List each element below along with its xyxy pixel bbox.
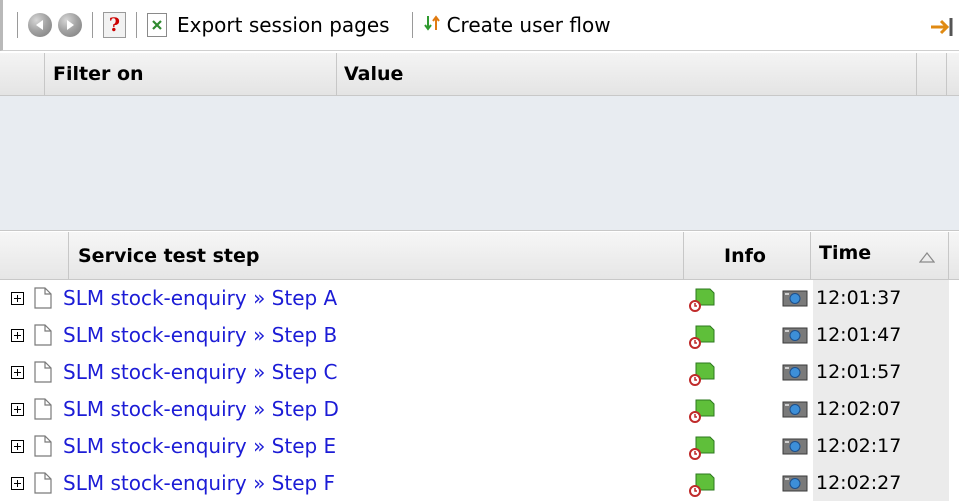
toolbar-separator [136, 12, 137, 38]
filter-table-header: Filter on Value [0, 52, 959, 96]
expand-icon[interactable] [11, 329, 24, 342]
time-value: 12:01:37 [816, 287, 902, 309]
exit-arrow-icon[interactable] [929, 16, 959, 42]
sort-ascending-icon[interactable] [918, 248, 936, 267]
screenshot-icon[interactable] [782, 363, 808, 385]
toolbar: ? Export session pages Create user flow [0, 0, 959, 51]
screenshot-icon[interactable] [782, 474, 808, 496]
table-row[interactable]: SLM stock-enquiry » Step B 12:01:47 [0, 317, 959, 354]
export-session-pages-label: Export session pages [177, 13, 390, 37]
page-icon [34, 324, 52, 350]
page-info-icon[interactable] [688, 359, 718, 391]
expand-icon[interactable] [11, 366, 24, 379]
time-value: 12:02:17 [816, 435, 902, 457]
create-user-flow-label: Create user flow [446, 13, 611, 37]
column-divider [683, 232, 684, 280]
filter-table-body [0, 96, 959, 231]
time-header[interactable]: Time [819, 232, 871, 280]
step-link[interactable]: SLM stock-enquiry » Step A [63, 280, 337, 317]
forward-arrow-icon[interactable] [58, 13, 82, 37]
page-info-icon[interactable] [688, 285, 718, 317]
column-divider [810, 232, 811, 280]
service-test-step-header[interactable]: Service test step [78, 232, 259, 280]
toolbar-separator [92, 12, 93, 38]
page-icon [34, 361, 52, 387]
step-link[interactable]: SLM stock-enquiry » Step D [63, 391, 339, 428]
table-row[interactable]: SLM stock-enquiry » Step A 12:01:37 [0, 280, 959, 317]
column-divider [336, 53, 337, 96]
page-info-icon[interactable] [688, 470, 718, 501]
expand-icon[interactable] [11, 477, 24, 490]
screenshot-icon[interactable] [782, 400, 808, 422]
filter-on-header[interactable]: Filter on [53, 53, 144, 96]
create-user-flow-button[interactable]: Create user flow [423, 0, 611, 51]
time-value: 12:02:27 [816, 472, 902, 494]
expand-icon[interactable] [11, 403, 24, 416]
time-value: 12:01:57 [816, 361, 902, 383]
help-icon[interactable]: ? [103, 12, 126, 38]
screenshot-icon[interactable] [782, 289, 808, 311]
toolbar-separator [411, 12, 413, 38]
page-info-icon[interactable] [688, 433, 718, 465]
expand-icon[interactable] [11, 440, 24, 453]
toolbar-separator [17, 12, 18, 38]
export-session-pages-button[interactable]: Export session pages [147, 0, 390, 51]
column-divider [44, 53, 45, 96]
table-row[interactable]: SLM stock-enquiry » Step F 12:02:27 [0, 465, 959, 501]
excel-document-icon [147, 13, 167, 37]
page-icon [34, 287, 52, 313]
page-icon [34, 435, 52, 461]
steps-table-body: SLM stock-enquiry » Step A 12:01:37 SLM … [0, 280, 959, 501]
screenshot-icon[interactable] [782, 326, 808, 348]
page-icon [34, 472, 52, 498]
up-down-arrows-icon [423, 14, 441, 36]
step-link[interactable]: SLM stock-enquiry » Step C [63, 354, 338, 391]
step-link[interactable]: SLM stock-enquiry » Step E [63, 428, 336, 465]
time-value: 12:01:47 [816, 324, 902, 346]
expand-icon[interactable] [11, 292, 24, 305]
table-row[interactable]: SLM stock-enquiry » Step E 12:02:17 [0, 428, 959, 465]
column-divider [916, 53, 917, 96]
step-link[interactable]: SLM stock-enquiry » Step B [63, 317, 337, 354]
steps-table-header: Service test step Info Time [0, 231, 959, 280]
page-info-icon[interactable] [688, 322, 718, 354]
column-divider [946, 53, 947, 96]
column-divider [68, 232, 69, 280]
column-divider [948, 232, 949, 280]
table-row[interactable]: SLM stock-enquiry » Step C 12:01:57 [0, 354, 959, 391]
step-link[interactable]: SLM stock-enquiry » Step F [63, 465, 335, 501]
screenshot-icon[interactable] [782, 437, 808, 459]
info-header[interactable]: Info [724, 232, 766, 280]
time-value: 12:02:07 [816, 398, 902, 420]
back-arrow-icon[interactable] [28, 13, 52, 37]
page-info-icon[interactable] [688, 396, 718, 428]
value-header[interactable]: Value [344, 53, 403, 96]
page-icon [34, 398, 52, 424]
table-row[interactable]: SLM stock-enquiry » Step D 12:02:07 [0, 391, 959, 428]
session-pages-panel: ? Export session pages Create user flow [0, 0, 959, 501]
